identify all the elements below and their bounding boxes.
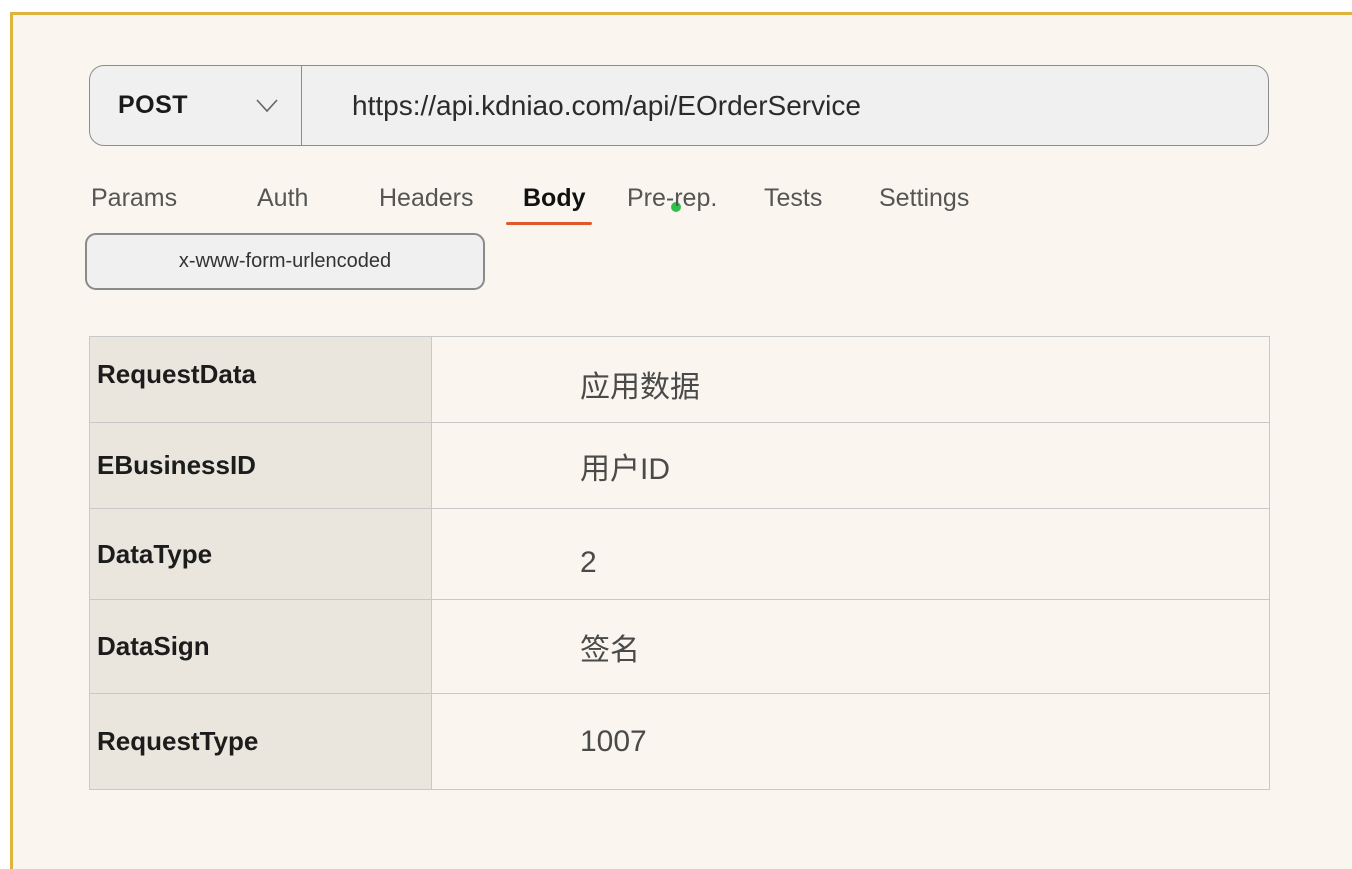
table-row: RequestType 1007 xyxy=(89,693,1270,790)
method-label: POST xyxy=(118,91,189,119)
param-value[interactable]: 用户ID xyxy=(431,422,1270,509)
body-type-selector[interactable]: x-www-form-urlencoded xyxy=(85,233,485,290)
tab-headers[interactable]: Headers xyxy=(379,180,474,216)
tab-auth[interactable]: Auth xyxy=(257,180,308,216)
tab-body[interactable]: Body xyxy=(523,180,586,216)
url-input[interactable]: https://api.kdniao.com/api/EOrderService xyxy=(302,90,861,122)
tab-tests[interactable]: Tests xyxy=(764,180,822,216)
param-key: DataSign xyxy=(89,599,432,694)
table-row: RequestData 应用数据 xyxy=(89,336,1270,423)
tab-params[interactable]: Params xyxy=(91,180,177,216)
tab-settings[interactable]: Settings xyxy=(879,180,969,216)
param-value[interactable]: 1007 xyxy=(431,693,1270,790)
request-tabs: Params Auth Headers Body Pre-rep. Tests … xyxy=(91,180,1091,230)
param-key: DataType xyxy=(89,508,432,600)
param-key: RequestType xyxy=(89,693,432,790)
params-table: RequestData 应用数据 EBusinessID 用户ID DataTy… xyxy=(89,336,1270,790)
tab-pre-request[interactable]: Pre-rep. xyxy=(627,180,717,216)
method-dropdown[interactable]: POST xyxy=(90,66,302,145)
active-tab-underline xyxy=(506,222,592,225)
table-row: DataSign 签名 xyxy=(89,599,1270,694)
param-value[interactable]: 签名 xyxy=(431,599,1270,694)
chevron-down-icon xyxy=(256,98,278,113)
param-value[interactable]: 应用数据 xyxy=(431,336,1270,423)
request-panel: POST https://api.kdniao.com/api/EOrderSe… xyxy=(10,12,1352,869)
table-row: EBusinessID 用户ID xyxy=(89,422,1270,509)
url-bar: POST https://api.kdniao.com/api/EOrderSe… xyxy=(89,65,1269,146)
param-key: RequestData xyxy=(89,336,432,423)
param-key: EBusinessID xyxy=(89,422,432,509)
param-value[interactable]: 2 xyxy=(431,508,1270,600)
table-row: DataType 2 xyxy=(89,508,1270,600)
